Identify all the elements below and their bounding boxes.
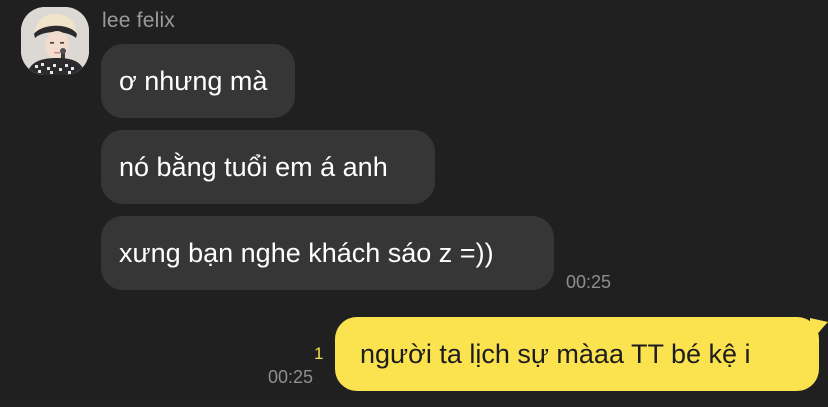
sender-avatar[interactable]	[21, 7, 89, 75]
outgoing-timestamp: 00:25	[268, 367, 314, 387]
profile-photo-icon	[21, 7, 89, 75]
incoming-message-bubble[interactable]: xưng bạn nghe khách sáo z =))	[101, 216, 554, 290]
incoming-message-bubble[interactable]: ơ nhưng mà	[101, 44, 295, 118]
incoming-timestamp: 00:25	[566, 272, 612, 292]
sender-name: lee felix	[102, 9, 176, 32]
outgoing-message-bubble[interactable]: người ta lịch sự màaa TT bé kệ i	[335, 317, 819, 391]
unread-count: 1	[314, 344, 324, 363]
chat-area: lee felix ơ nhưng mà nó bằng tuổi em á a…	[0, 0, 828, 407]
incoming-message-bubble[interactable]: nó bằng tuổi em á anh	[101, 130, 435, 204]
